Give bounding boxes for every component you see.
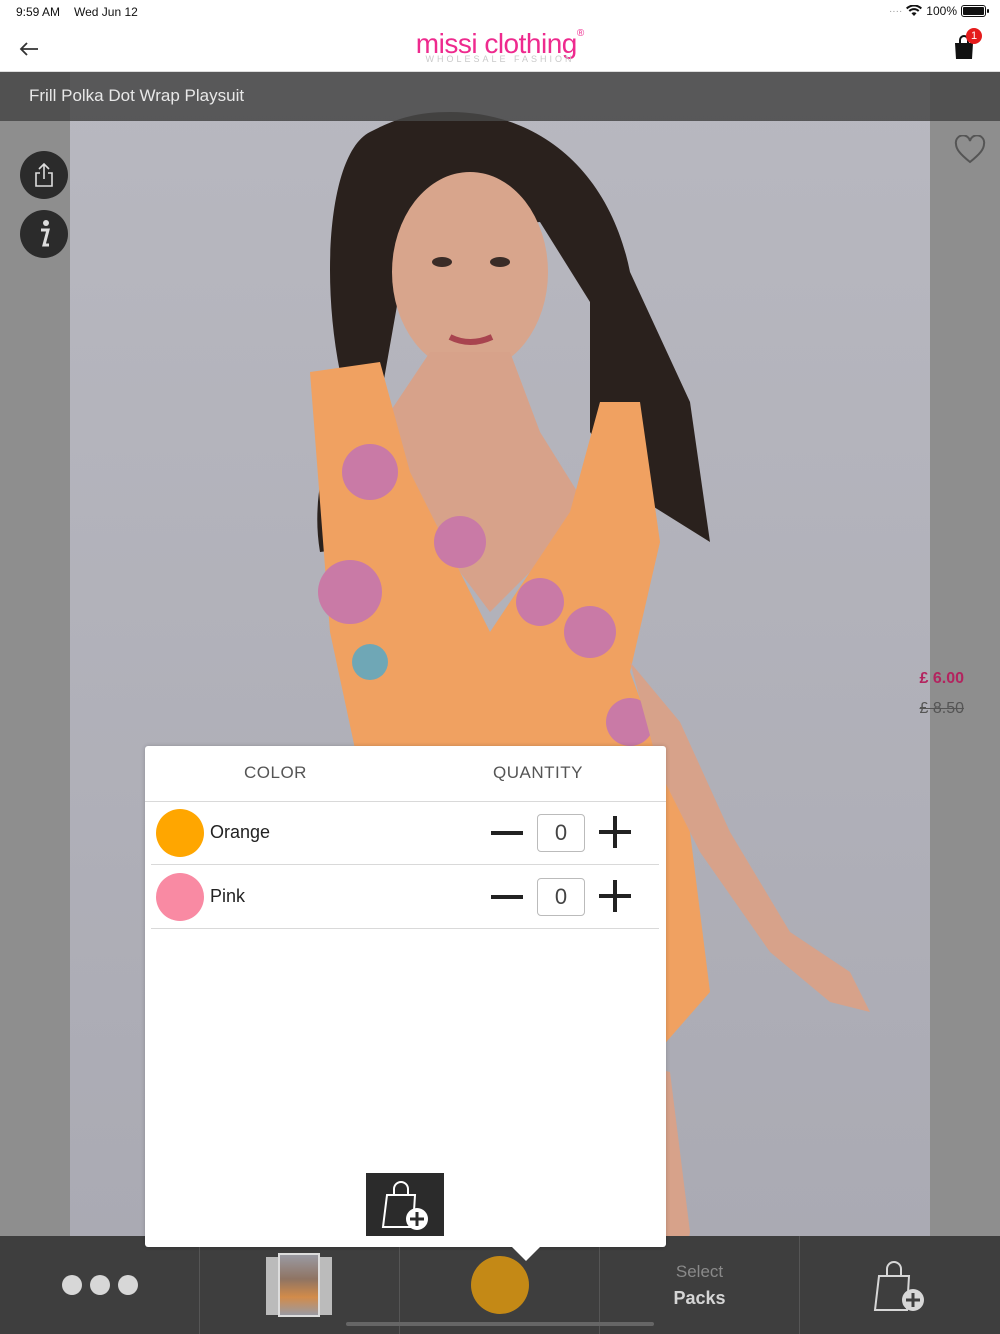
battery-icon (961, 5, 989, 17)
quantity-column-header: QUANTITY (493, 763, 583, 782)
nav-bar: missi clothing® WHOLESALE FASHION 1 (0, 26, 1000, 72)
add-to-bag-toolbar-button[interactable] (800, 1236, 1000, 1334)
share-icon (35, 162, 53, 187)
bag-plus-icon (381, 1180, 428, 1230)
battery-percent: 100% (926, 4, 957, 18)
more-dots-icon (61, 1275, 138, 1295)
select-packs-button[interactable]: Select Packs (600, 1236, 800, 1334)
increase-quantity-button[interactable] (599, 816, 631, 848)
wifi-icon (906, 5, 923, 16)
logo-registered-mark: ® (576, 28, 585, 39)
logo-subtitle: WHOLESALE FASHION (425, 54, 575, 64)
info-icon (41, 220, 50, 247)
status-time: 9:59 AM (16, 5, 61, 19)
status-indicators: ···· 100% (888, 4, 989, 18)
info-button[interactable] (20, 210, 68, 258)
product-thumbnail (265, 1253, 334, 1317)
increase-quantity-button[interactable] (599, 880, 631, 912)
signal-icon: ···· (888, 5, 903, 17)
selected-color-swatch (470, 1256, 529, 1314)
product-title-bar: Frill Polka Dot Wrap Playsuit (0, 72, 1000, 121)
color-quantity-popup: COLOR QUANTITY Orange 0 Pink 0 (145, 746, 666, 1261)
color-name: Pink (210, 886, 246, 906)
popup-header: COLOR QUANTITY (145, 746, 666, 802)
status-date: Wed Jun 12 (74, 5, 138, 19)
original-price: £ 8.50 (919, 700, 964, 717)
share-button[interactable] (20, 151, 68, 199)
home-indicator (346, 1322, 654, 1326)
cart-count-badge: 1 (966, 28, 982, 44)
quantity-field[interactable]: 0 (537, 878, 585, 916)
favorite-heart-icon[interactable] (954, 135, 986, 165)
product-thumbnail-button[interactable] (200, 1236, 400, 1334)
color-column-header: COLOR (244, 763, 307, 782)
color-row-pink: Pink 0 (151, 866, 659, 929)
photo-side-left (0, 72, 70, 1334)
current-price: £ 6.00 (919, 670, 964, 687)
bag-plus-icon (873, 1261, 924, 1311)
color-name: Orange (210, 822, 271, 842)
color-selector-button[interactable] (400, 1236, 600, 1334)
decrease-quantity-button[interactable] (491, 895, 523, 899)
status-bar: 9:59 AM Wed Jun 12 ···· 100% (0, 0, 1000, 26)
color-row-orange: Orange 0 (151, 802, 659, 865)
add-to-bag-button[interactable] (366, 1173, 444, 1236)
color-swatch-pink (156, 873, 204, 921)
product-title: Frill Polka Dot Wrap Playsuit (29, 86, 245, 105)
bottom-toolbar: Select Packs (0, 1236, 1000, 1334)
quantity-field[interactable]: 0 (537, 814, 585, 852)
packs-select-label: Select (675, 1261, 724, 1281)
popup-pointer (512, 1247, 540, 1261)
packs-label: Packs (673, 1287, 726, 1308)
decrease-quantity-button[interactable] (491, 831, 523, 835)
back-arrow-icon[interactable] (18, 38, 40, 60)
color-swatch-orange (156, 809, 204, 857)
brand-logo: missi clothing® WHOLESALE FASHION (400, 28, 600, 64)
more-options-button[interactable] (0, 1236, 200, 1334)
